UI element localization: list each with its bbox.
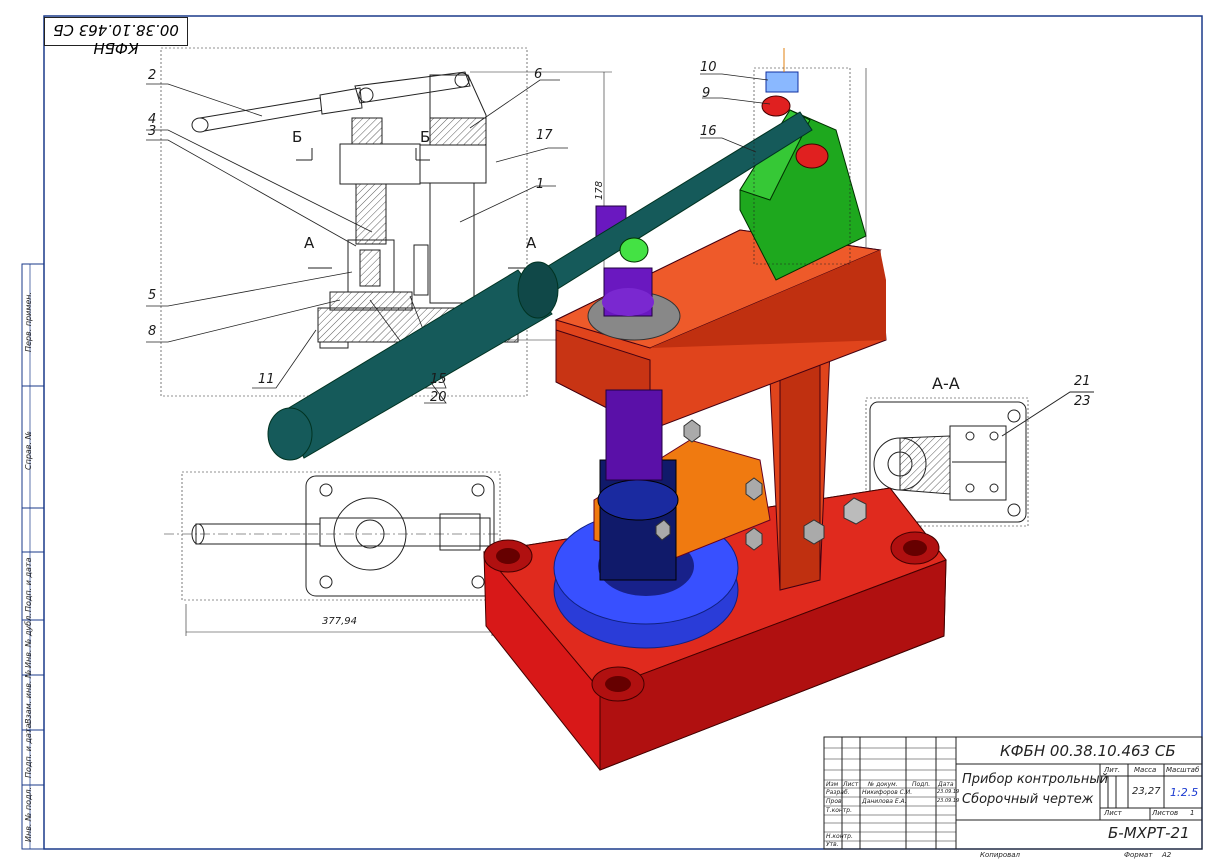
- section-mark-b-right: Б: [420, 128, 431, 146]
- masshtab-label: Масштаб: [1166, 766, 1200, 774]
- title-block-name-1: Прибор контрольный: [962, 772, 1109, 787]
- drawing-code-stamp: КФБН 00.38.10.463 СБ: [44, 17, 188, 57]
- side-label-sprav: Справ. №: [24, 431, 33, 470]
- group-code: Б-МХРТ-21: [1108, 824, 1190, 842]
- callout-10: 10: [700, 60, 717, 75]
- razrab-name: Никифоров С.И.: [862, 789, 913, 796]
- side-label-podp-data-1: Подп. и дата: [24, 557, 33, 613]
- lit-label: Лит.: [1104, 766, 1121, 774]
- top-view: [164, 471, 501, 636]
- section-a-a-title: А-А: [932, 374, 960, 393]
- format-value: А2: [1162, 851, 1172, 859]
- razrab-date: 23.09.19: [937, 789, 960, 795]
- assembly-3d-model: [267, 48, 947, 771]
- stamp-code-text: КФБН 00.38.10.463 СБ: [53, 21, 179, 57]
- section-mark-b-left: Б: [292, 128, 303, 146]
- callout-3: 3: [148, 124, 157, 139]
- callout-6: 6: [534, 67, 543, 82]
- col-podp: Подп.: [912, 781, 931, 788]
- row-tkontr: Т.контр.: [826, 807, 853, 814]
- side-label-inv-dubl: Инв. № дубл.: [24, 613, 33, 668]
- side-label-inv-podl: Инв. № подл.: [24, 786, 33, 842]
- row-nkontr: Н.контр.: [826, 833, 853, 840]
- callout-11: 11: [258, 372, 275, 387]
- col-date: Дата: [938, 781, 954, 788]
- callout-17: 17: [536, 128, 553, 143]
- kopiroval-label: Копировал: [980, 851, 1020, 859]
- callout-21: 21: [1074, 374, 1091, 389]
- callout-8: 8: [148, 324, 157, 339]
- row-prov: Пров.: [826, 798, 844, 805]
- callout-9: 9: [702, 86, 711, 101]
- massa-value: 23,27: [1132, 786, 1161, 797]
- drawing-sheet: [21, 15, 1203, 850]
- callout-23: 23: [1074, 394, 1091, 409]
- callout-20: 20: [430, 390, 447, 405]
- section-mark-a-left: А: [304, 234, 315, 252]
- masshtab-value: 1:2.5: [1170, 786, 1199, 799]
- callout-1: 1: [536, 177, 545, 192]
- row-utv: Утв.: [826, 841, 839, 848]
- callout-2: 2: [148, 68, 157, 83]
- side-label-perv-primen: Перв. примен.: [24, 291, 33, 352]
- massa-label: Масса: [1134, 766, 1157, 774]
- listov-value: 1: [1190, 809, 1195, 817]
- dimension-height: 178: [594, 180, 605, 200]
- callout-5: 5: [148, 288, 157, 303]
- prov-name: Данилова Е.А.: [862, 798, 907, 805]
- title-block-name-2: Сборочный чертеж: [962, 792, 1094, 807]
- callout-16: 16: [700, 124, 717, 139]
- side-label-podp-data-2: Подп. и дата: [24, 723, 33, 779]
- col-list: Лист: [843, 781, 859, 788]
- section-mark-a-right: А: [526, 234, 537, 252]
- col-izm: Изм: [826, 781, 839, 788]
- col-doc: № докум.: [868, 781, 898, 788]
- dimension-width: 377,94: [322, 616, 357, 627]
- list-label: Лист: [1104, 809, 1122, 817]
- row-razrab: Разраб.: [826, 789, 850, 796]
- format-label: Формат: [1124, 851, 1153, 859]
- side-label-vzam-inv: Взам. инв. №: [24, 669, 33, 724]
- title-block-code: КФБН 00.38.10.463 СБ: [1000, 742, 1176, 760]
- front-view: [160, 47, 612, 397]
- prov-date: 23.09.19: [937, 798, 960, 804]
- listov-label: Листов: [1152, 809, 1179, 817]
- callout-15: 15: [430, 372, 447, 387]
